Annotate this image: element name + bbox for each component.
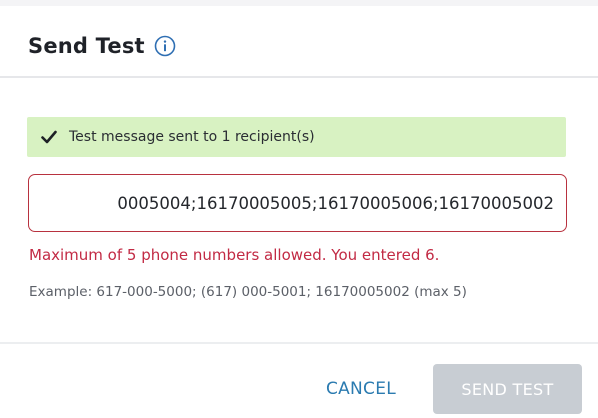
send-test-button[interactable]: SEND TEST <box>433 364 582 414</box>
success-message: Test message sent to 1 recipient(s) <box>69 129 315 145</box>
dialog-header: Send Test <box>28 30 176 62</box>
checkmark-icon <box>41 130 57 144</box>
success-banner: Test message sent to 1 recipient(s) <box>27 117 566 157</box>
cancel-button[interactable]: CANCEL <box>306 366 416 412</box>
phone-numbers-input[interactable] <box>28 174 567 232</box>
footer-divider <box>0 342 598 344</box>
top-strip <box>0 0 598 6</box>
dialog-title: Send Test <box>28 34 145 58</box>
info-circle-icon[interactable] <box>154 35 176 57</box>
send-test-dialog: Send Test Test message sent to 1 recipie… <box>0 0 598 418</box>
input-example-hint: Example: 617-000-5000; (617) 000-5001; 1… <box>29 284 467 300</box>
validation-error: Maximum of 5 phone numbers allowed. You … <box>29 246 440 264</box>
header-divider <box>0 76 598 78</box>
